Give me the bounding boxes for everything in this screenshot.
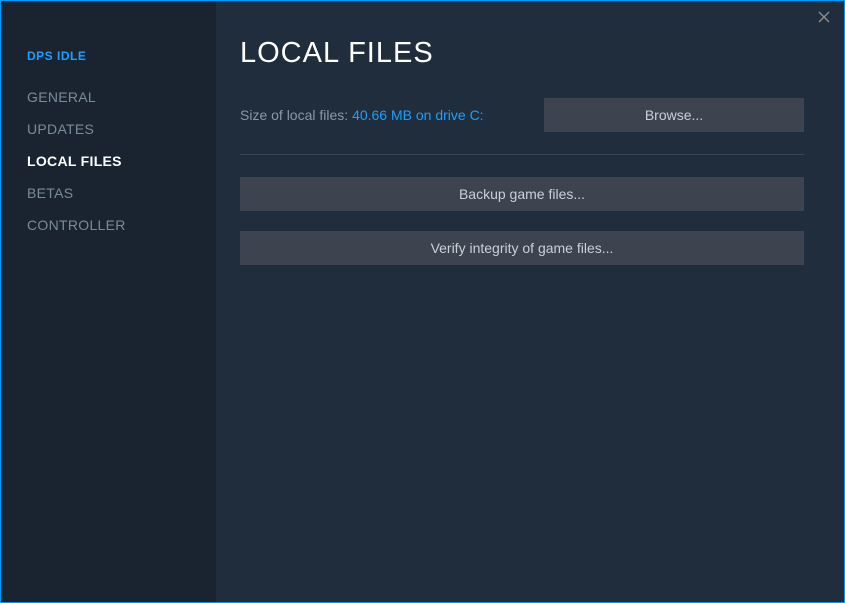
size-link[interactable]: 40.66 MB on drive C: [352,107,484,123]
close-icon [818,11,830,23]
main-panel: LOCAL FILES Size of local files: 40.66 M… [216,1,844,602]
sidebar: DPS IDLE GENERAL UPDATES LOCAL FILES BET… [1,1,216,602]
sidebar-item-general[interactable]: GENERAL [1,81,216,113]
properties-window: DPS IDLE GENERAL UPDATES LOCAL FILES BET… [1,1,844,602]
browse-button[interactable]: Browse... [544,98,804,132]
size-text: Size of local files: 40.66 MB on drive C… [240,107,484,123]
verify-button[interactable]: Verify integrity of game files... [240,231,804,265]
size-row: Size of local files: 40.66 MB on drive C… [240,98,804,132]
sidebar-item-betas[interactable]: BETAS [1,177,216,209]
sidebar-item-local-files[interactable]: LOCAL FILES [1,145,216,177]
game-title: DPS IDLE [1,49,216,81]
divider [240,154,804,155]
size-label: Size of local files: [240,107,352,123]
backup-button[interactable]: Backup game files... [240,177,804,211]
sidebar-item-updates[interactable]: UPDATES [1,113,216,145]
close-button[interactable] [814,7,834,27]
sidebar-item-controller[interactable]: CONTROLLER [1,209,216,241]
page-title: LOCAL FILES [240,37,804,70]
